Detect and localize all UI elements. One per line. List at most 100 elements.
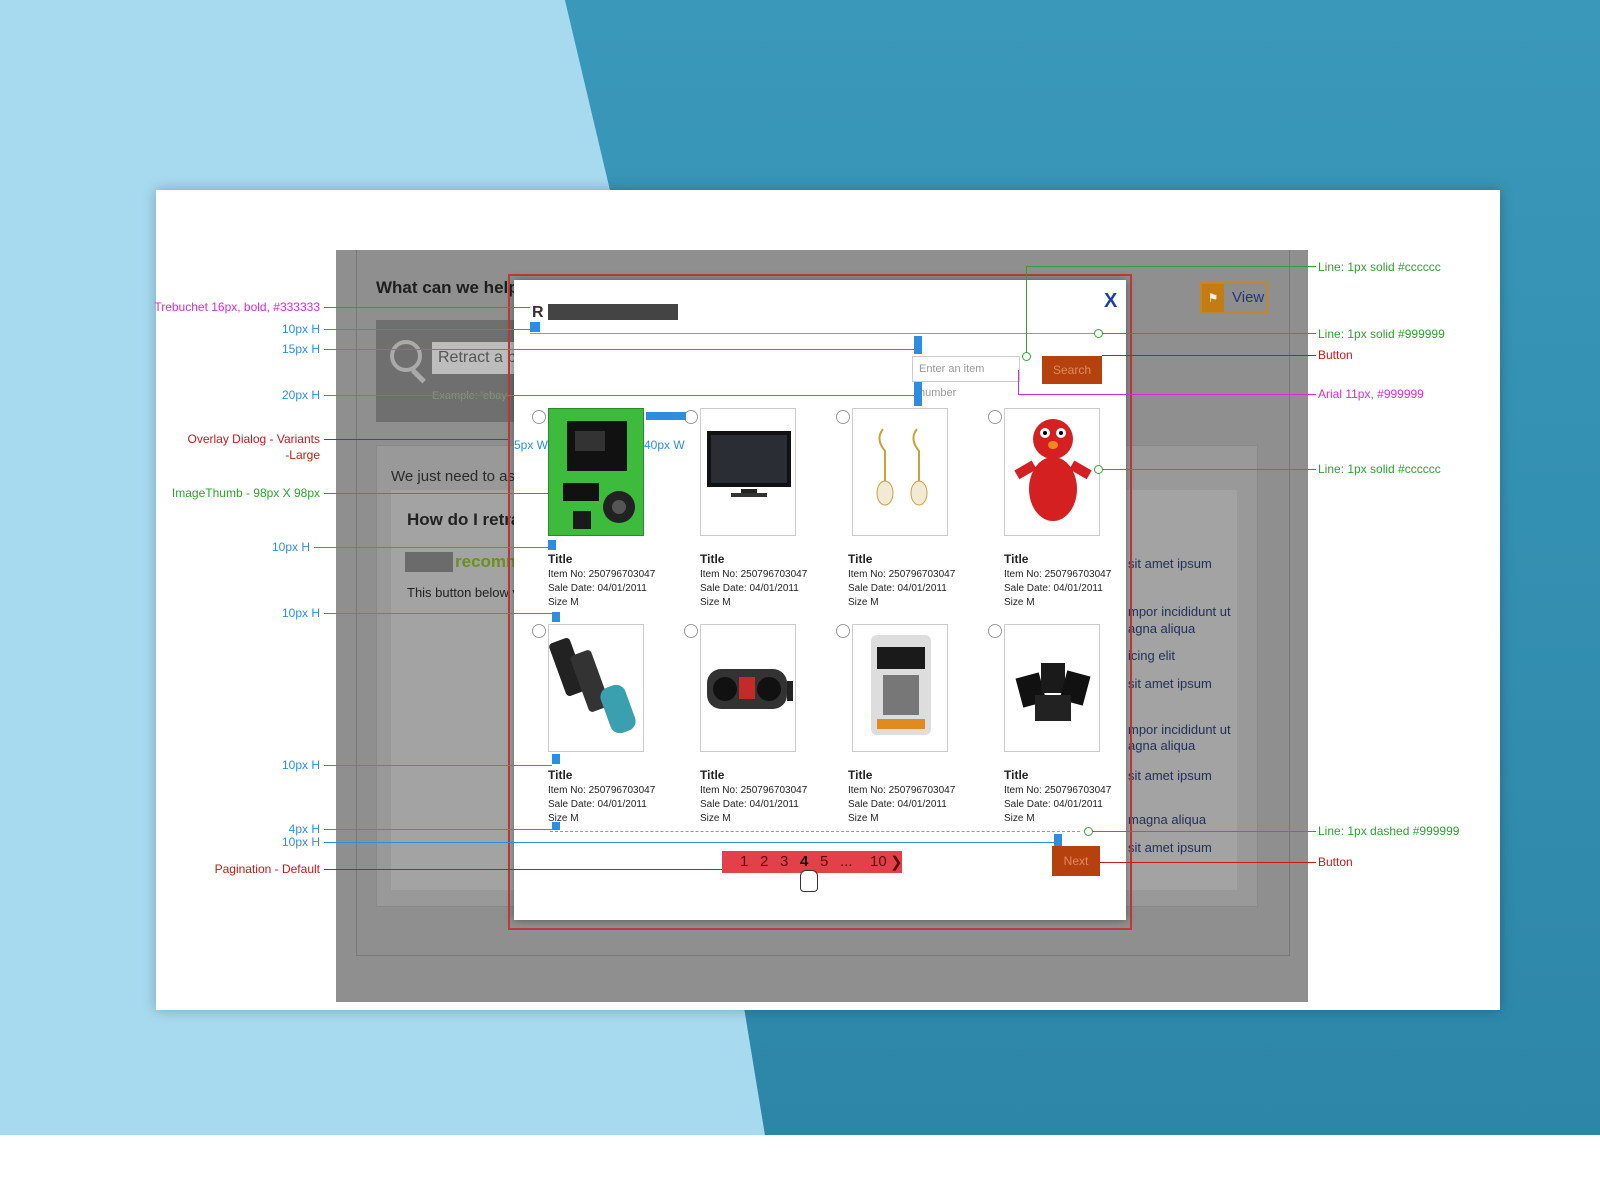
lorem-line: agna aliqua: [1128, 621, 1196, 636]
page-link[interactable]: 1: [740, 853, 748, 870]
item-number: Item No: 250796703047: [548, 569, 656, 580]
next-button[interactable]: Next: [1052, 846, 1100, 876]
item-title: Title: [848, 768, 873, 782]
spacing-annotation: 10px H: [271, 540, 310, 554]
lorem-line: sit amet ipsum: [1128, 840, 1212, 855]
item-radio[interactable]: [988, 624, 1002, 638]
spacing-marker: [914, 336, 922, 354]
font-annotation: Arial 11px, #999999: [1318, 387, 1424, 401]
spacing-annotation: 15px H: [281, 342, 320, 356]
leader-line: [324, 307, 530, 308]
button-annotation: Button: [1318, 855, 1353, 869]
lorem-line: sit amet ipsum: [1128, 556, 1212, 571]
item-size: Size M: [1004, 813, 1035, 824]
leader-line: [324, 869, 722, 870]
item-thumb[interactable]: [548, 624, 644, 752]
item-size: Size M: [700, 597, 731, 608]
item-thumb[interactable]: [852, 624, 948, 752]
spacing-marker: [552, 822, 560, 830]
item-number: Item No: 250796703047: [700, 785, 808, 796]
item-thumb[interactable]: [700, 624, 796, 752]
close-icon[interactable]: X: [1104, 290, 1117, 313]
lorem-line: sit amet ipsum: [1128, 676, 1212, 691]
item-thumb[interactable]: [548, 408, 644, 536]
anchor-dot: [1022, 352, 1031, 361]
item-title: Title: [548, 768, 573, 782]
spacing-marker: [914, 382, 922, 406]
leader-line: [1092, 831, 1316, 832]
page-link[interactable]: 3: [780, 853, 788, 870]
item-meta: Item No: 250796703047 Sale Date: 04/01/20…: [848, 568, 955, 610]
line-annotation: Line: 1px solid #cccccc: [1318, 260, 1441, 274]
flag-icon: ⚑: [1202, 284, 1224, 312]
elmo-image: [1014, 419, 1092, 521]
lorem-line: mpor incididunt ut: [1128, 722, 1231, 737]
boombox-image: [707, 669, 793, 709]
lorem-line: sit amet ipsum: [1128, 768, 1212, 783]
item-size: Size M: [848, 813, 879, 824]
item-number-input[interactable]: Enter an item number: [912, 356, 1020, 399]
search-button[interactable]: Search: [1042, 356, 1102, 384]
page-link[interactable]: 2: [760, 853, 768, 870]
spacing-marker: [548, 540, 556, 550]
next-page-icon[interactable]: ❯: [890, 853, 903, 871]
item-thumb[interactable]: [700, 408, 796, 536]
spacing-marker: [530, 322, 540, 332]
item-thumb[interactable]: [1004, 408, 1100, 536]
item-title: Title: [1004, 552, 1029, 566]
line-annotation: Line: 1px solid #cccccc: [1318, 462, 1441, 476]
page-search-hint: Example: 'ebay: [432, 390, 507, 402]
spacing-annotation: 4px H: [288, 822, 320, 836]
spacing-marker: [1054, 834, 1062, 846]
item-number: Item No: 250796703047: [1004, 569, 1112, 580]
line-annotation: Line: 1px dashed #999999: [1318, 824, 1460, 838]
spacing-annotation: 40px W: [644, 438, 685, 452]
item-radio[interactable]: [532, 624, 546, 638]
item-meta: Item No: 250796703047 Sale Date: 04/01/20…: [1004, 568, 1111, 610]
tv-image: [707, 431, 791, 497]
overlay-annotation-2: -Large: [285, 448, 320, 462]
spacing-annotation: 10px H: [281, 606, 320, 620]
item-radio[interactable]: [684, 624, 698, 638]
item-number: Item No: 250796703047: [548, 785, 656, 796]
lorem-line: icing elit: [1128, 648, 1175, 663]
item-radio[interactable]: [836, 624, 850, 638]
view-button[interactable]: ⚑ View: [1200, 282, 1268, 314]
page-link[interactable]: 10: [870, 853, 887, 870]
leader-line: [1018, 370, 1019, 394]
spacing-annotation: 10px H: [281, 835, 320, 849]
page-link-current[interactable]: 4: [800, 853, 808, 870]
item-radio[interactable]: [836, 410, 850, 424]
item-thumb[interactable]: [852, 408, 948, 536]
dialog-divider: [530, 333, 1102, 334]
leader-line: [1100, 862, 1316, 863]
line-annotation: Line: 1px solid #999999: [1318, 327, 1445, 341]
spacing-annotation: 10px H: [281, 322, 320, 336]
leader-line: [324, 613, 552, 614]
item-sale-date: Sale Date: 04/01/2011: [548, 583, 647, 594]
memory-cards-image: [1015, 663, 1091, 721]
page-link[interactable]: 5: [820, 853, 828, 870]
lorem-line: magna aliqua: [1128, 812, 1207, 827]
intro-text: We just need to ask: [391, 468, 523, 485]
button-annotation: Button: [1318, 348, 1353, 362]
earrings-image: [876, 428, 928, 506]
phones-image: [549, 638, 636, 734]
item-title: Title: [700, 768, 725, 782]
charger-image: [871, 635, 931, 735]
item-radio[interactable]: [532, 410, 546, 424]
spacing-marker: [552, 754, 560, 764]
item-number: Item No: 250796703047: [1004, 785, 1112, 796]
item-radio[interactable]: [684, 410, 698, 424]
leader-line: [314, 547, 548, 548]
item-radio[interactable]: [988, 410, 1002, 424]
item-meta: Item No: 250796703047 Sale Date: 04/01/20…: [548, 784, 655, 826]
camera-kit-image: [563, 421, 635, 529]
item-sale-date: Sale Date: 04/01/2011: [548, 799, 647, 810]
leader-line: [324, 842, 1054, 843]
item-thumb[interactable]: [1004, 624, 1100, 752]
leader-line: [1102, 355, 1316, 356]
item-size: Size M: [548, 597, 579, 608]
spacing-annotation: 20px H: [281, 388, 320, 402]
leader-line: [1026, 266, 1316, 267]
